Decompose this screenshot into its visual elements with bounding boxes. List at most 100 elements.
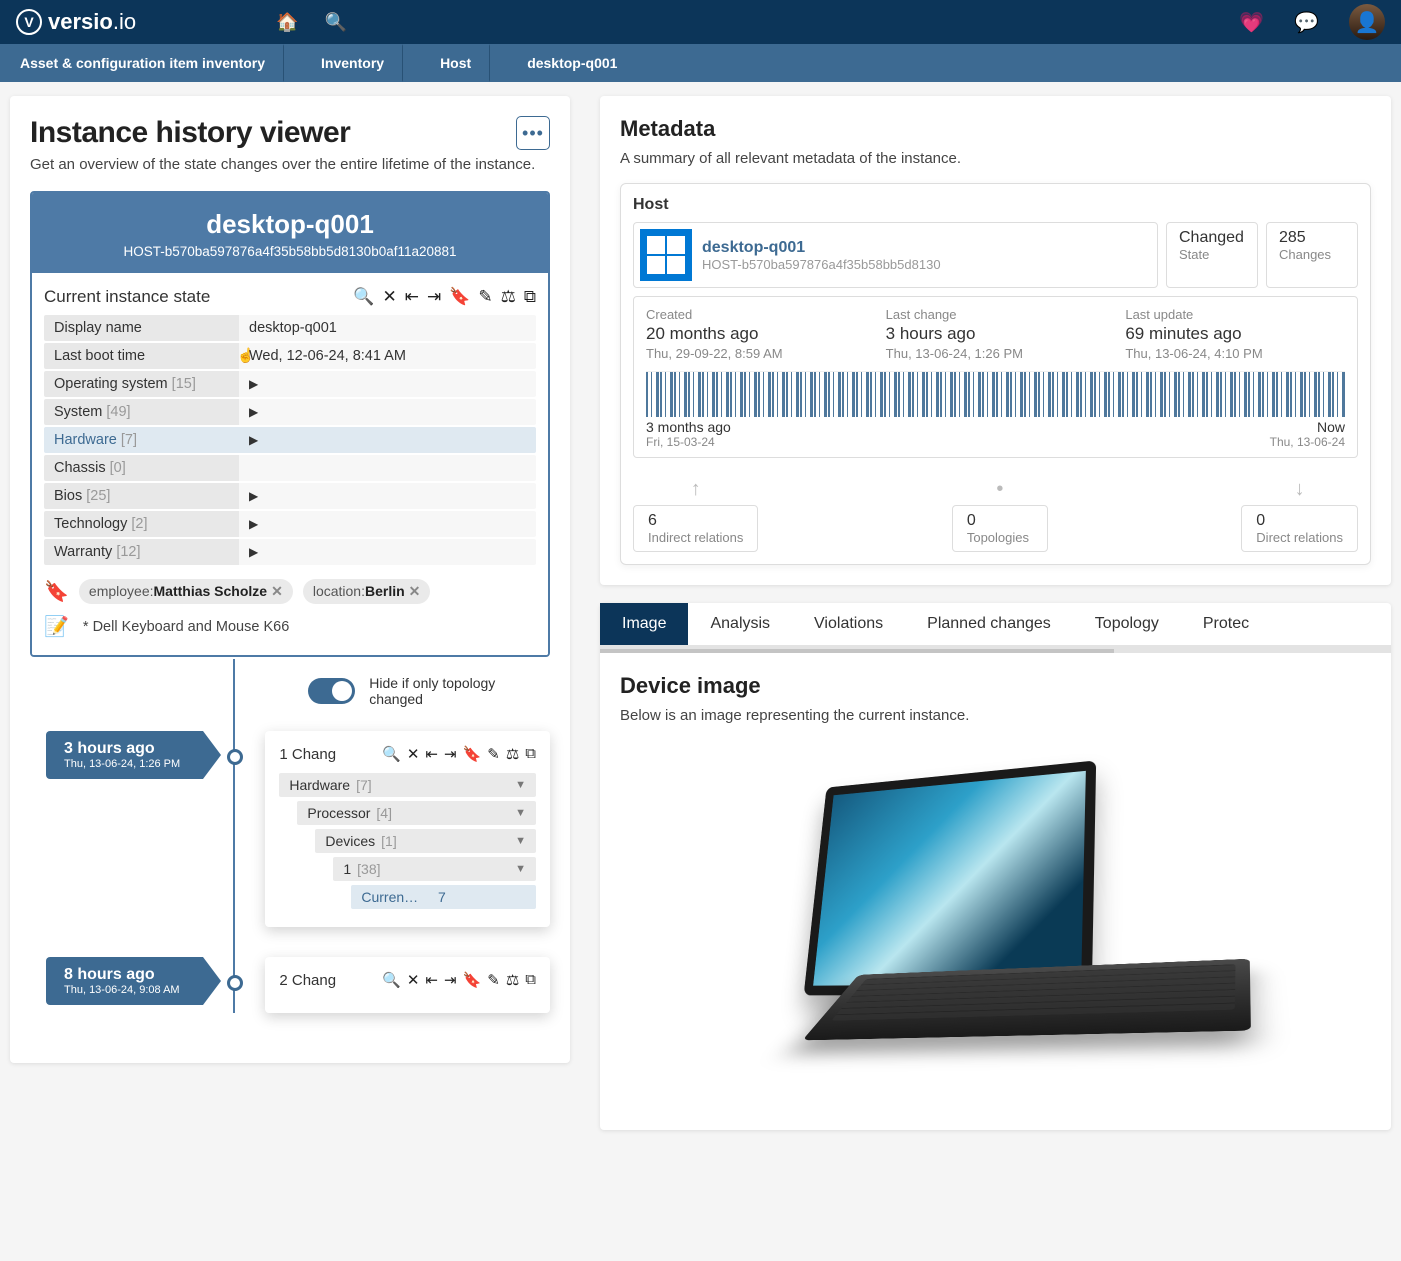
search-icon[interactable]: 🔍	[382, 745, 401, 763]
logo[interactable]: V versio.io	[16, 9, 136, 35]
prop-row[interactable]: Last boot timeWed, 12-06-24, 8:41 AM	[44, 343, 536, 369]
tab-analysis[interactable]: Analysis	[688, 603, 792, 645]
indent-left-icon[interactable]: ⇤	[405, 287, 419, 307]
crumb-2[interactable]: Host	[410, 44, 497, 82]
tag-location[interactable]: location:Berlin✕	[303, 579, 431, 604]
breadcrumb: Asset & configuration item inventory Inv…	[0, 44, 1401, 82]
chevron-down-icon: ▼	[515, 835, 526, 847]
timeline-item: 8 hours ago Thu, 13-06-24, 9:08 AM 2 Cha…	[30, 957, 550, 1013]
page-subtitle: Get an overview of the state changes ove…	[30, 156, 550, 173]
state-tile[interactable]: Changed State	[1166, 222, 1258, 288]
chevron-down-icon: ▼	[515, 779, 526, 791]
change-barcode[interactable]	[646, 371, 1345, 417]
tabs-scrollbar[interactable]	[600, 649, 1391, 653]
indent-left-icon[interactable]: ⇤	[425, 745, 438, 763]
state-title: Current instance state	[44, 287, 210, 307]
tag-remove-icon[interactable]: ✕	[271, 583, 283, 599]
timeline-flag[interactable]: 3 hours ago Thu, 13-06-24, 1:26 PM	[46, 731, 203, 779]
crumb-0[interactable]: Asset & configuration item inventory	[0, 44, 291, 82]
copy-icon[interactable]: ⧉	[525, 745, 536, 763]
prop-row[interactable]: Technology [2]▶	[44, 511, 536, 537]
tag-employee[interactable]: employee:Matthias Scholze✕	[79, 579, 293, 604]
chat-icon[interactable]: 💬	[1294, 10, 1319, 35]
instance-id: HOST-b570ba597876a4f35b58bb5d8130b0af11a…	[42, 244, 538, 259]
edit-icon[interactable]: ✎	[478, 287, 492, 307]
indent-right-icon[interactable]: ⇥	[444, 971, 457, 989]
indent-right-icon[interactable]: ⇥	[444, 745, 457, 763]
bookmark-icon[interactable]: 🔖	[449, 287, 470, 307]
indent-right-icon[interactable]: ⇥	[427, 287, 441, 307]
direct-relations[interactable]: ↓ 0Direct relations	[1241, 478, 1358, 552]
more-button[interactable]: •••	[516, 116, 550, 150]
tag-remove-icon[interactable]: ✕	[409, 583, 421, 599]
balance-icon[interactable]: ⚖	[506, 745, 519, 763]
tree-row[interactable]: Curren… 7	[351, 885, 536, 909]
tab-planned[interactable]: Planned changes	[905, 603, 1073, 645]
edit-icon[interactable]: ✎	[487, 745, 500, 763]
indent-left-icon[interactable]: ⇤	[425, 971, 438, 989]
cursor-icon: ☝	[237, 347, 254, 364]
topologies[interactable]: • 0Topologies	[952, 478, 1048, 552]
dot-icon: •	[952, 478, 1048, 501]
shuffle-icon[interactable]: ✕	[407, 745, 420, 763]
bookmark-outline-icon[interactable]: 🔖	[44, 579, 69, 604]
tree-row[interactable]: Processor [4]▼	[297, 801, 536, 825]
windows-icon	[640, 229, 692, 281]
copy-icon[interactable]: ⧉	[524, 287, 536, 307]
search-icon[interactable]: 🔍	[382, 971, 401, 989]
prop-row[interactable]: Warranty [12]▶	[44, 539, 536, 565]
chevron-right-icon: ▶	[249, 405, 258, 419]
shuffle-icon[interactable]: ✕	[382, 287, 396, 307]
chevron-down-icon: ▼	[515, 863, 526, 875]
health-icon[interactable]: 💗	[1239, 10, 1264, 35]
tree-row[interactable]: Hardware [7]▼	[279, 773, 536, 797]
edit-icon[interactable]: ✎	[487, 971, 500, 989]
bookmark-icon[interactable]: 🔖	[463, 745, 482, 763]
prop-row[interactable]: Chassis [0]	[44, 455, 536, 481]
host-label: Host	[633, 196, 1358, 214]
home-icon[interactable]: 🏠	[276, 12, 298, 33]
logo-text-light: .io	[113, 9, 136, 34]
prop-row[interactable]: Display namedesktop-q001	[44, 315, 536, 341]
shuffle-icon[interactable]: ✕	[407, 971, 420, 989]
timeline-flag[interactable]: 8 hours ago Thu, 13-06-24, 9:08 AM	[46, 957, 203, 1005]
prop-row[interactable]: Hardware [7]▶	[44, 427, 536, 453]
time-lastupdate: Last update 69 minutes ago Thu, 13-06-24…	[1125, 307, 1345, 361]
prop-row[interactable]: System [49]▶	[44, 399, 536, 425]
copy-icon[interactable]: ⧉	[525, 971, 536, 989]
prop-row[interactable]: Operating system [15]▶	[44, 371, 536, 397]
host-tile[interactable]: desktop-q001 HOST-b570ba597876a4f35b58bb…	[633, 222, 1158, 288]
crumb-3[interactable]: desktop-q001	[497, 44, 643, 82]
arrow-down-icon: ↓	[1241, 478, 1358, 501]
arrow-up-icon: ↑	[633, 478, 758, 501]
tab-protec[interactable]: Protec	[1181, 603, 1271, 645]
tab-violations[interactable]: Violations	[792, 603, 905, 645]
logo-text-bold: versio	[48, 9, 113, 34]
topbar: V versio.io 🏠 🔍 💗 💬 👤	[0, 0, 1401, 44]
tab-image[interactable]: Image	[600, 603, 688, 645]
prop-row[interactable]: Bios [25]▶	[44, 483, 536, 509]
indirect-relations[interactable]: ↑ 6Indirect relations	[633, 478, 758, 552]
topology-toggle[interactable]	[308, 678, 355, 704]
balance-icon[interactable]: ⚖	[501, 287, 516, 307]
tree-row[interactable]: Devices [1]▼	[315, 829, 536, 853]
timeline-node-icon	[227, 975, 243, 991]
balance-icon[interactable]: ⚖	[506, 971, 519, 989]
search-icon[interactable]: 🔍	[353, 287, 374, 307]
instance-card: desktop-q001 HOST-b570ba597876a4f35b58bb…	[30, 191, 550, 657]
host-name: desktop-q001	[702, 239, 941, 257]
page-title: Instance history viewer	[30, 116, 550, 150]
search-icon[interactable]: 🔍	[325, 12, 347, 33]
note-edit-icon[interactable]: 📝	[44, 614, 69, 639]
metadata-title: Metadata	[620, 116, 1371, 142]
tab-topology[interactable]: Topology	[1073, 603, 1181, 645]
crumb-1[interactable]: Inventory	[291, 44, 410, 82]
avatar[interactable]: 👤	[1349, 4, 1385, 40]
metadata-subtitle: A summary of all relevant metadata of th…	[620, 150, 1371, 167]
changes-tile[interactable]: 285 Changes	[1266, 222, 1358, 288]
tree-row[interactable]: 1 [38]▼	[333, 857, 536, 881]
bookmark-icon[interactable]: 🔖	[463, 971, 482, 989]
history-card: ••• Instance history viewer Get an overv…	[10, 96, 570, 1063]
chevron-right-icon: ▶	[249, 433, 258, 447]
change-card: 2 Chang 🔍 ✕ ⇤ ⇥ 🔖 ✎ ⚖ ⧉	[265, 957, 550, 1013]
